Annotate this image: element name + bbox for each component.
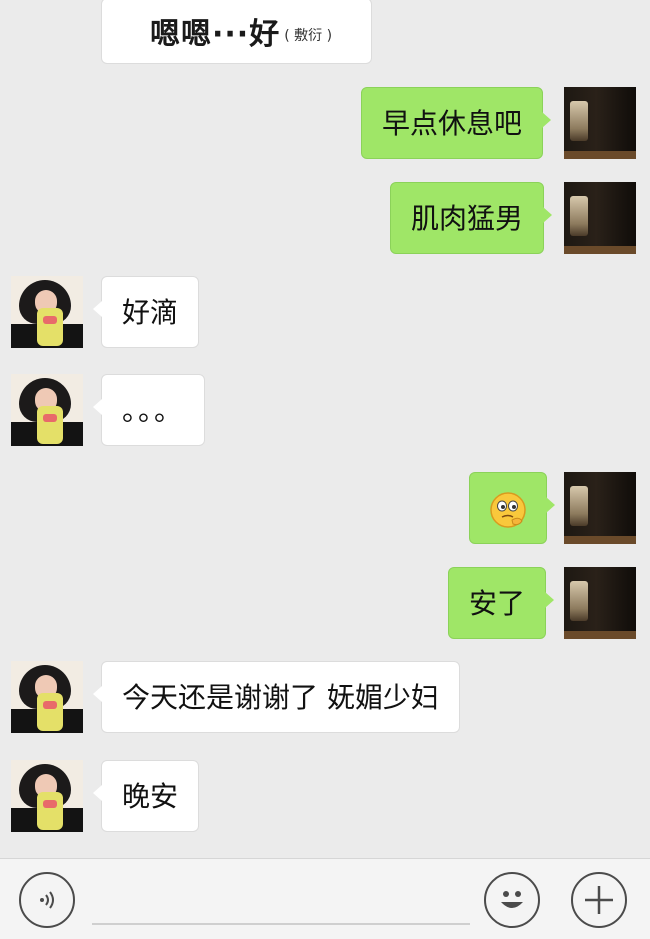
incoming-message-bubble[interactable]: 好滴	[92, 276, 200, 348]
contact-avatar[interactable]	[11, 276, 83, 348]
incoming-message-bubble[interactable]: 今天还是谢谢了 妩媚少妇	[93, 661, 460, 733]
message-input[interactable]	[92, 881, 470, 925]
sticker-sub-text: ( 敷衍 )	[284, 28, 333, 44]
emoji-button[interactable]	[484, 872, 540, 928]
message-text: 。。。	[122, 394, 185, 427]
message-text: 好滴	[122, 296, 179, 329]
incoming-message-bubble[interactable]: 。。。	[92, 374, 206, 446]
voice-button[interactable]	[19, 872, 75, 928]
incoming-message-bubble[interactable]: 晚安	[92, 760, 200, 832]
thinking-emoji-icon	[490, 492, 526, 528]
message-text: 肌肉猛男	[411, 202, 524, 235]
message-text: 晚安	[122, 780, 179, 813]
message-text: 安了	[469, 587, 526, 620]
plus-icon	[585, 886, 613, 914]
sticker-main-text: 嗯嗯···好	[150, 17, 281, 52]
sticker-message[interactable]: 嗯嗯···好 ( 敷衍 )	[101, 0, 372, 64]
emoji-smile-icon	[501, 891, 523, 908]
outgoing-message-bubble[interactable]: 安了	[448, 567, 555, 639]
outgoing-message-bubble[interactable]: 早点休息吧	[361, 87, 552, 159]
message-text: 今天还是谢谢了 妩媚少妇	[122, 681, 439, 714]
message-text: 早点休息吧	[382, 107, 523, 140]
contact-avatar[interactable]	[11, 760, 83, 832]
self-avatar[interactable]	[564, 182, 636, 254]
outgoing-message-bubble[interactable]: 肌肉猛男	[390, 182, 553, 254]
outgoing-message-bubble[interactable]	[469, 472, 555, 544]
more-button[interactable]	[571, 872, 627, 928]
contact-avatar[interactable]	[11, 374, 83, 446]
input-bar	[0, 858, 650, 939]
contact-avatar[interactable]	[11, 661, 83, 733]
voice-icon	[40, 891, 54, 909]
chat-area: 嗯嗯···好 ( 敷衍 ) 早点休息吧 肌肉猛男 好滴 。。。 安了 今天还是谢…	[0, 0, 650, 858]
self-avatar[interactable]	[564, 87, 636, 159]
self-avatar[interactable]	[564, 567, 636, 639]
self-avatar[interactable]	[564, 472, 636, 544]
